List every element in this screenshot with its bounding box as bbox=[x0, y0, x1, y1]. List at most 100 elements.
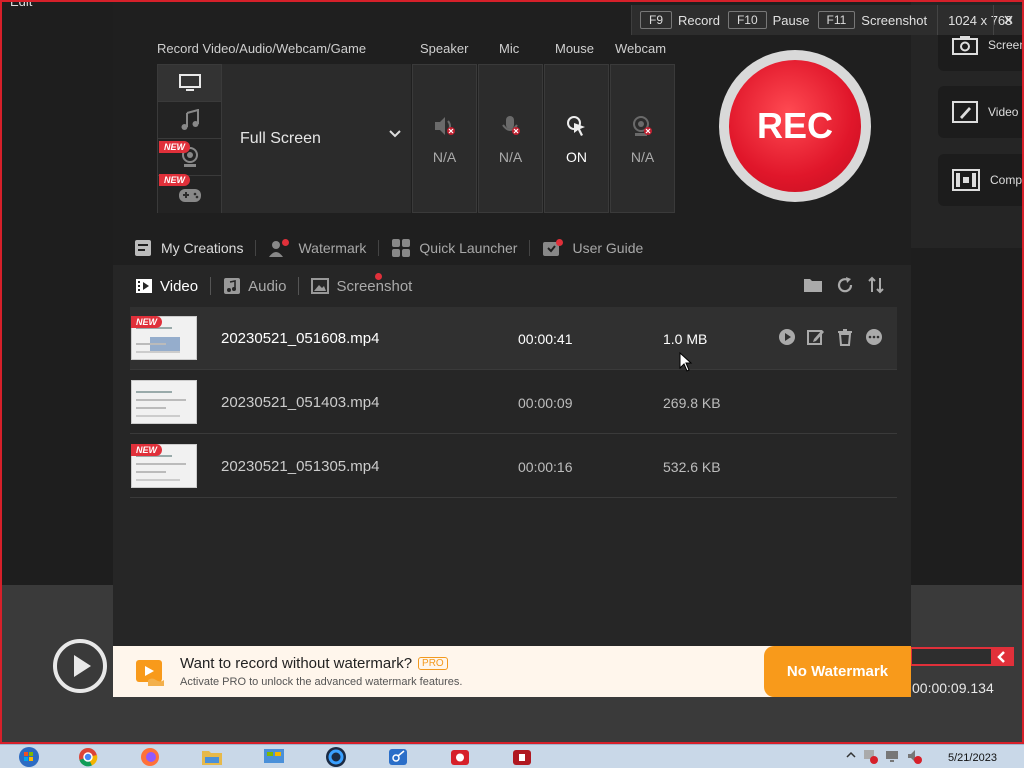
video-thumbnail bbox=[131, 380, 197, 424]
promo-title: Want to record without watermark? PRO bbox=[180, 655, 448, 672]
taskbar-control-panel[interactable] bbox=[245, 746, 303, 768]
source-tab-audio[interactable] bbox=[158, 102, 222, 139]
toolbar-divider bbox=[255, 240, 257, 256]
background-play-button[interactable] bbox=[53, 639, 107, 693]
snipping-icon bbox=[389, 749, 407, 765]
table-row[interactable]: 20230521_051403.mp4 00:00:09 269.8 KB bbox=[130, 371, 897, 434]
taskbar-app-blue[interactable] bbox=[307, 746, 365, 768]
speaker-status: N/A bbox=[432, 149, 457, 165]
trash-icon[interactable] bbox=[836, 328, 854, 346]
edit-icon[interactable] bbox=[807, 328, 825, 346]
source-header: Record Video/Audio/Webcam/Game bbox=[157, 41, 367, 56]
taskbar-explorer[interactable] bbox=[183, 746, 241, 768]
grid-icon bbox=[392, 239, 411, 257]
list-actions bbox=[803, 276, 885, 294]
compress-icon bbox=[952, 169, 980, 191]
start-button[interactable] bbox=[0, 746, 58, 768]
tray-arrow-icon[interactable] bbox=[846, 748, 856, 762]
video-edit-icon bbox=[952, 101, 978, 123]
hotkey-label-pause: Pause bbox=[772, 12, 810, 28]
my-creations-button[interactable]: My Creations bbox=[133, 238, 255, 258]
hotkey-key-screenshot: F11 bbox=[817, 11, 856, 29]
background-edit-label: Edit bbox=[10, 0, 33, 9]
tab-audio[interactable]: Audio bbox=[223, 273, 382, 295]
mouse-status: ON bbox=[566, 149, 587, 165]
play-icon[interactable] bbox=[778, 328, 796, 346]
notification-dot bbox=[375, 273, 382, 280]
watermark-label: Watermark bbox=[298, 240, 367, 256]
table-row[interactable]: NEW 20230521_051305.mp4 00:00:16 532.6 K… bbox=[130, 435, 897, 498]
recorder-app-icon bbox=[451, 750, 469, 765]
source-tab-screen[interactable] bbox=[158, 65, 222, 102]
mic-toggle[interactable]: N/A bbox=[478, 64, 543, 213]
image-icon bbox=[311, 278, 330, 294]
row-actions bbox=[778, 328, 883, 346]
new-badge: NEW bbox=[159, 141, 190, 153]
tray-flag-icon[interactable] bbox=[862, 748, 878, 764]
file-size: 269.8 KB bbox=[663, 395, 721, 411]
tab-video[interactable]: Video bbox=[135, 278, 210, 295]
tab-video-label: Video bbox=[160, 277, 199, 295]
capture-mode-dropdown[interactable]: Full Screen bbox=[222, 64, 411, 213]
more-icon[interactable] bbox=[865, 328, 883, 346]
mouse-toggle[interactable]: ON bbox=[544, 64, 609, 213]
taskbar-firefox[interactable] bbox=[121, 746, 179, 768]
hotkey-key-pause: F10 bbox=[727, 11, 767, 29]
taskbar-chrome[interactable] bbox=[59, 746, 117, 768]
file-duration: 00:00:41 bbox=[518, 331, 573, 347]
new-badge: NEW bbox=[159, 174, 190, 186]
toolbar-divider bbox=[378, 240, 380, 256]
media-type-tabs: Video Audio Screenshot bbox=[135, 273, 424, 297]
music-note-icon bbox=[181, 109, 199, 130]
tray-volume-icon[interactable] bbox=[906, 748, 922, 764]
no-watermark-button[interactable]: No Watermark bbox=[764, 646, 911, 697]
rec-button[interactable]: REC bbox=[729, 60, 861, 192]
close-button[interactable]: × bbox=[993, 5, 1023, 35]
system-tray bbox=[846, 748, 922, 764]
refresh-icon[interactable] bbox=[835, 276, 855, 294]
toolbar-divider bbox=[529, 240, 531, 256]
source-tab-webcam[interactable]: NEW bbox=[158, 139, 222, 176]
new-badge: NEW bbox=[131, 444, 162, 456]
tab-screenshot[interactable]: Screenshot bbox=[311, 278, 424, 295]
side-button-compress[interactable]: Comp bbox=[938, 154, 1024, 206]
table-row[interactable]: NEW 20230521_051608.mp4 00:00:41 1.0 MB bbox=[130, 307, 897, 370]
tab-screenshot-label: Screenshot bbox=[336, 277, 413, 295]
file-size: 532.6 KB bbox=[663, 459, 721, 475]
gamepad-icon bbox=[178, 188, 201, 202]
taskbar-recorder[interactable] bbox=[431, 746, 489, 768]
mic-status: N/A bbox=[498, 149, 523, 165]
quick-launcher-label: Quick Launcher bbox=[419, 240, 518, 256]
firefox-icon bbox=[141, 748, 159, 766]
folder-icon[interactable] bbox=[803, 276, 823, 294]
background-left-area bbox=[0, 0, 113, 585]
promo-title-text: Want to record without watermark? bbox=[180, 655, 413, 672]
capture-mode-value: Full Screen bbox=[240, 129, 321, 147]
file-size: 1.0 MB bbox=[663, 331, 708, 347]
user-guide-button[interactable]: User Guide bbox=[542, 238, 655, 258]
file-duration: 00:00:16 bbox=[518, 459, 573, 475]
new-badge: NEW bbox=[131, 316, 162, 328]
hotkey-key-record: F9 bbox=[640, 11, 673, 29]
taskbar-snipping[interactable] bbox=[369, 746, 427, 768]
sort-icon[interactable] bbox=[867, 276, 885, 294]
source-tab-game[interactable]: NEW bbox=[158, 174, 222, 213]
taskbar-recorder-2[interactable] bbox=[493, 746, 551, 768]
watermark-button[interactable]: Watermark bbox=[268, 238, 378, 258]
audio-file-icon bbox=[224, 278, 241, 294]
watermark-promo-icon bbox=[136, 660, 164, 686]
timeline-handle[interactable] bbox=[991, 647, 1013, 666]
file-name: 20230521_051403.mp4 bbox=[221, 394, 380, 411]
side-button-video[interactable]: Video bbox=[938, 86, 1024, 138]
mouse-cursor-icon bbox=[679, 352, 693, 372]
toolbar: My Creations Watermark Quick Launcher Us… bbox=[133, 236, 655, 260]
taskbar-date: 5/21/2023 bbox=[948, 752, 997, 764]
tray-network-icon[interactable] bbox=[884, 748, 900, 764]
webcam-toggle[interactable]: N/A bbox=[610, 64, 675, 213]
speaker-toggle[interactable]: N/A bbox=[412, 64, 477, 213]
chevron-down-icon bbox=[389, 130, 401, 138]
webcam-off-icon bbox=[632, 116, 652, 136]
film-icon bbox=[136, 279, 152, 293]
quick-launcher-button[interactable]: Quick Launcher bbox=[391, 238, 529, 258]
speaker-muted-icon bbox=[434, 117, 455, 135]
